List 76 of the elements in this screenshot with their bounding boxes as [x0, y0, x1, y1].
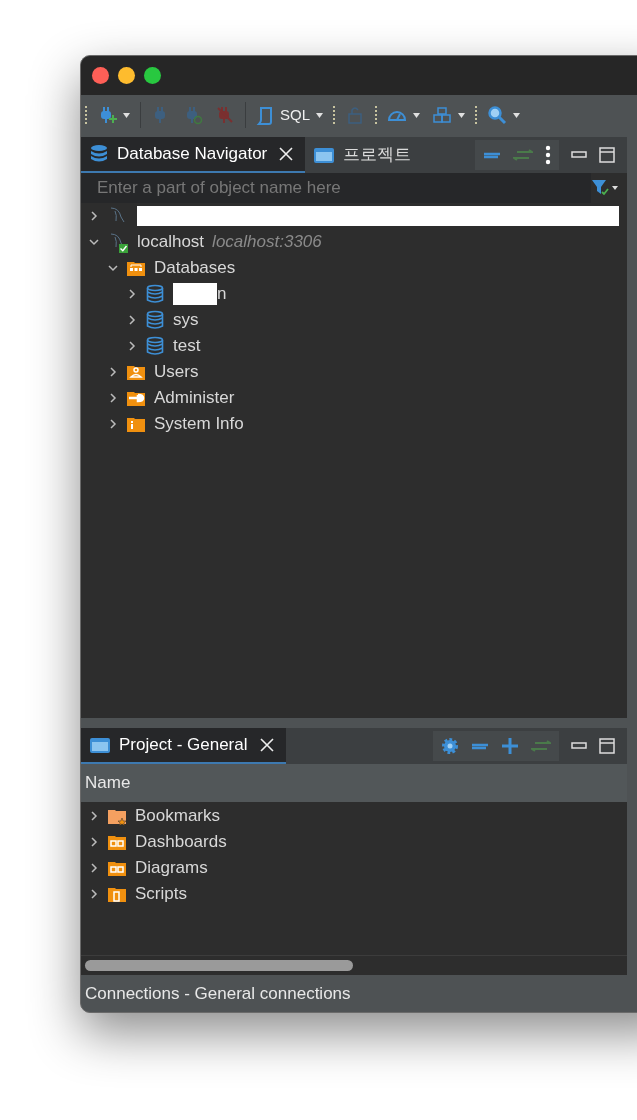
chevron-down-icon[interactable] [108, 263, 118, 273]
close-icon[interactable] [259, 738, 274, 752]
minimize-icon[interactable] [571, 151, 587, 159]
filter-icon[interactable] [591, 179, 619, 197]
tree-label: Databases [154, 257, 236, 280]
more-options-icon[interactable] [545, 145, 551, 165]
tree-row[interactable]: test [81, 333, 627, 359]
tree-label: Users [154, 361, 199, 384]
window-icon [313, 145, 336, 165]
minimize-window-button[interactable] [118, 67, 135, 84]
tree-label: Scripts [135, 883, 187, 906]
chevron-right-icon[interactable] [127, 315, 137, 325]
dropdown-arrow-icon[interactable] [316, 112, 323, 118]
chevron-right-icon[interactable] [89, 811, 99, 821]
toolbar-button[interactable]: SQL [254, 101, 325, 129]
minimize-icon[interactable] [571, 742, 587, 750]
tree-label: Administer [154, 387, 235, 410]
database-icon [145, 284, 165, 304]
tree-row[interactable]: Users [81, 359, 627, 385]
tree-label: System Info [154, 413, 244, 436]
database-icon [145, 310, 165, 330]
tree-label: test [173, 335, 201, 358]
settings-icon[interactable] [441, 737, 459, 755]
collapse-all-icon[interactable] [483, 151, 501, 159]
window-icon [89, 735, 111, 755]
tab-label: Project - General [119, 734, 248, 757]
chevron-right-icon[interactable] [127, 341, 137, 351]
zoom-window-button[interactable] [144, 67, 161, 84]
tree-row[interactable]: localhost localhost:3306 [81, 229, 627, 255]
collapse-all-icon[interactable] [471, 742, 489, 750]
chevron-right-icon[interactable] [89, 863, 99, 873]
maximize-icon[interactable] [599, 738, 615, 754]
tree-row[interactable]: Scripts [81, 881, 627, 907]
chevron-right-icon[interactable] [127, 289, 137, 299]
tree-label: Dashboards [135, 831, 227, 854]
chevron-right-icon[interactable] [108, 419, 118, 429]
tree-label: localhost [137, 231, 205, 254]
tree-row[interactable]: sys [81, 307, 627, 333]
dropdown-arrow-icon[interactable] [513, 112, 520, 118]
column-header[interactable]: Name [81, 764, 627, 802]
tree-row[interactable]: Diagrams [81, 855, 627, 881]
chevron-right-icon[interactable] [108, 393, 118, 403]
chevron-right-icon[interactable] [89, 211, 99, 221]
tree-label: Bookmarks [135, 805, 221, 828]
chevron-right-icon[interactable] [108, 367, 118, 377]
connection-address: localhost:3306 [212, 231, 322, 254]
tree-row[interactable]: n [81, 281, 627, 307]
view-tab[interactable]: Database Navigator [81, 137, 306, 173]
view-tab[interactable]: Project - General [81, 728, 286, 764]
tree-label: sys [173, 309, 199, 332]
tab-label: 프로젝트 [343, 144, 412, 167]
toolbar-button[interactable] [485, 103, 522, 127]
scrollbar-thumb[interactable] [85, 960, 353, 971]
tree-row[interactable]: System Info [81, 411, 627, 437]
plus-icon[interactable] [501, 737, 519, 755]
database-icon [145, 336, 165, 356]
dropdown-arrow-icon[interactable] [123, 112, 130, 118]
tree-row[interactable]: Administer [81, 385, 627, 411]
tree-row[interactable]: Databases [81, 255, 627, 281]
close-window-button[interactable] [92, 67, 109, 84]
filter-field[interactable]: Enter a part of object name here [81, 173, 591, 203]
tree-label: Diagrams [135, 857, 208, 880]
close-icon[interactable] [279, 147, 294, 161]
status-text: Connections - General connections [85, 982, 351, 1005]
tree-row[interactable]: Dashboards [81, 829, 627, 855]
tab-label: Database Navigator [117, 143, 268, 166]
chevron-right-icon[interactable] [89, 889, 99, 899]
maximize-icon[interactable] [599, 147, 615, 163]
chevron-down-icon[interactable] [89, 237, 99, 247]
dropdown-arrow-icon[interactable] [413, 112, 420, 118]
dropdown-arrow-icon[interactable] [458, 112, 465, 118]
chevron-right-icon[interactable] [89, 837, 99, 847]
tree-label: n [217, 283, 227, 306]
database-icon [89, 144, 109, 164]
view-tab[interactable]: 프로젝트 [305, 137, 424, 173]
tree-row[interactable]: Bookmarks [81, 803, 627, 829]
